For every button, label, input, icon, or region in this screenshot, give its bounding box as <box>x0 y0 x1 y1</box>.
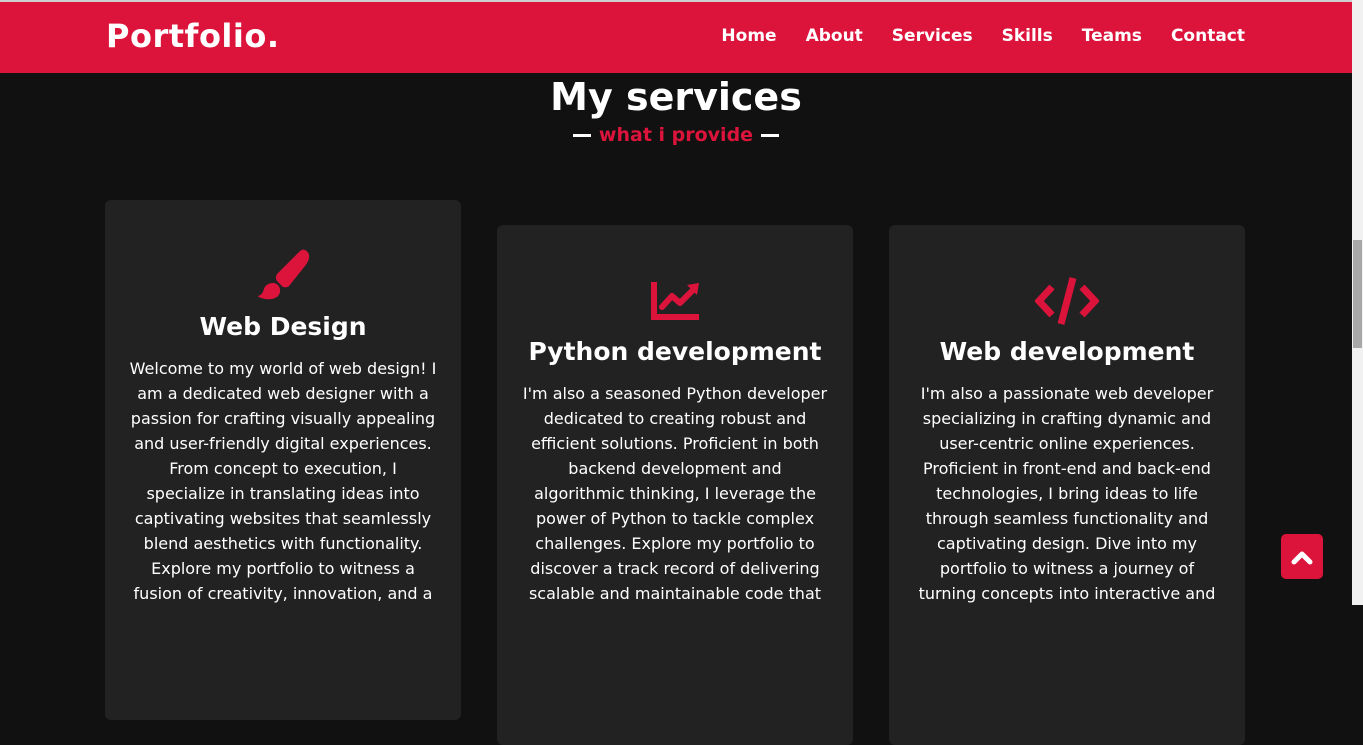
card-title: Web Design <box>199 312 367 341</box>
subtitle-dash-left <box>572 133 591 137</box>
section-title: My services <box>550 75 802 119</box>
navbar: Portfolio. Home About Services Skills Te… <box>0 2 1352 73</box>
section-subtitle: what i provide <box>0 124 1352 146</box>
service-card-web-dev: Web development I'm also a passionate we… <box>889 225 1245 745</box>
service-card-python: Python development I'm also a seasoned P… <box>497 225 853 745</box>
card-description: I'm also a passionate web developer spec… <box>918 384 1216 603</box>
subtitle-dash-right <box>761 133 780 137</box>
code-icon <box>889 275 1245 327</box>
nav-services[interactable]: Services <box>892 26 973 46</box>
chevron-up-icon <box>1291 551 1313 564</box>
chart-line-icon <box>497 280 853 322</box>
service-card-web-design: Web Design Welcome to my world of web de… <box>105 200 461 720</box>
subtitle-text: what i provide <box>598 124 754 146</box>
scroll-top-button[interactable] <box>1281 534 1323 579</box>
logo[interactable]: Portfolio. <box>106 17 280 55</box>
nav-skills[interactable]: Skills <box>1002 26 1053 46</box>
paint-brush-icon <box>105 248 461 302</box>
scrollbar-track[interactable] <box>1352 0 1363 605</box>
nav-menu: Home About Services Skills Teams Contact <box>721 26 1245 46</box>
nav-teams[interactable]: Teams <box>1082 26 1142 46</box>
card-title: Web development <box>939 337 1195 366</box>
scrollbar-thumb[interactable] <box>1353 240 1362 348</box>
card-description: Welcome to my world of web design! I am … <box>129 359 437 603</box>
nav-contact[interactable]: Contact <box>1171 26 1245 46</box>
card-title: Python development <box>528 337 822 366</box>
nav-home[interactable]: Home <box>721 26 776 46</box>
nav-about[interactable]: About <box>806 26 863 46</box>
card-description: I'm also a seasoned Python developer ded… <box>522 384 828 603</box>
